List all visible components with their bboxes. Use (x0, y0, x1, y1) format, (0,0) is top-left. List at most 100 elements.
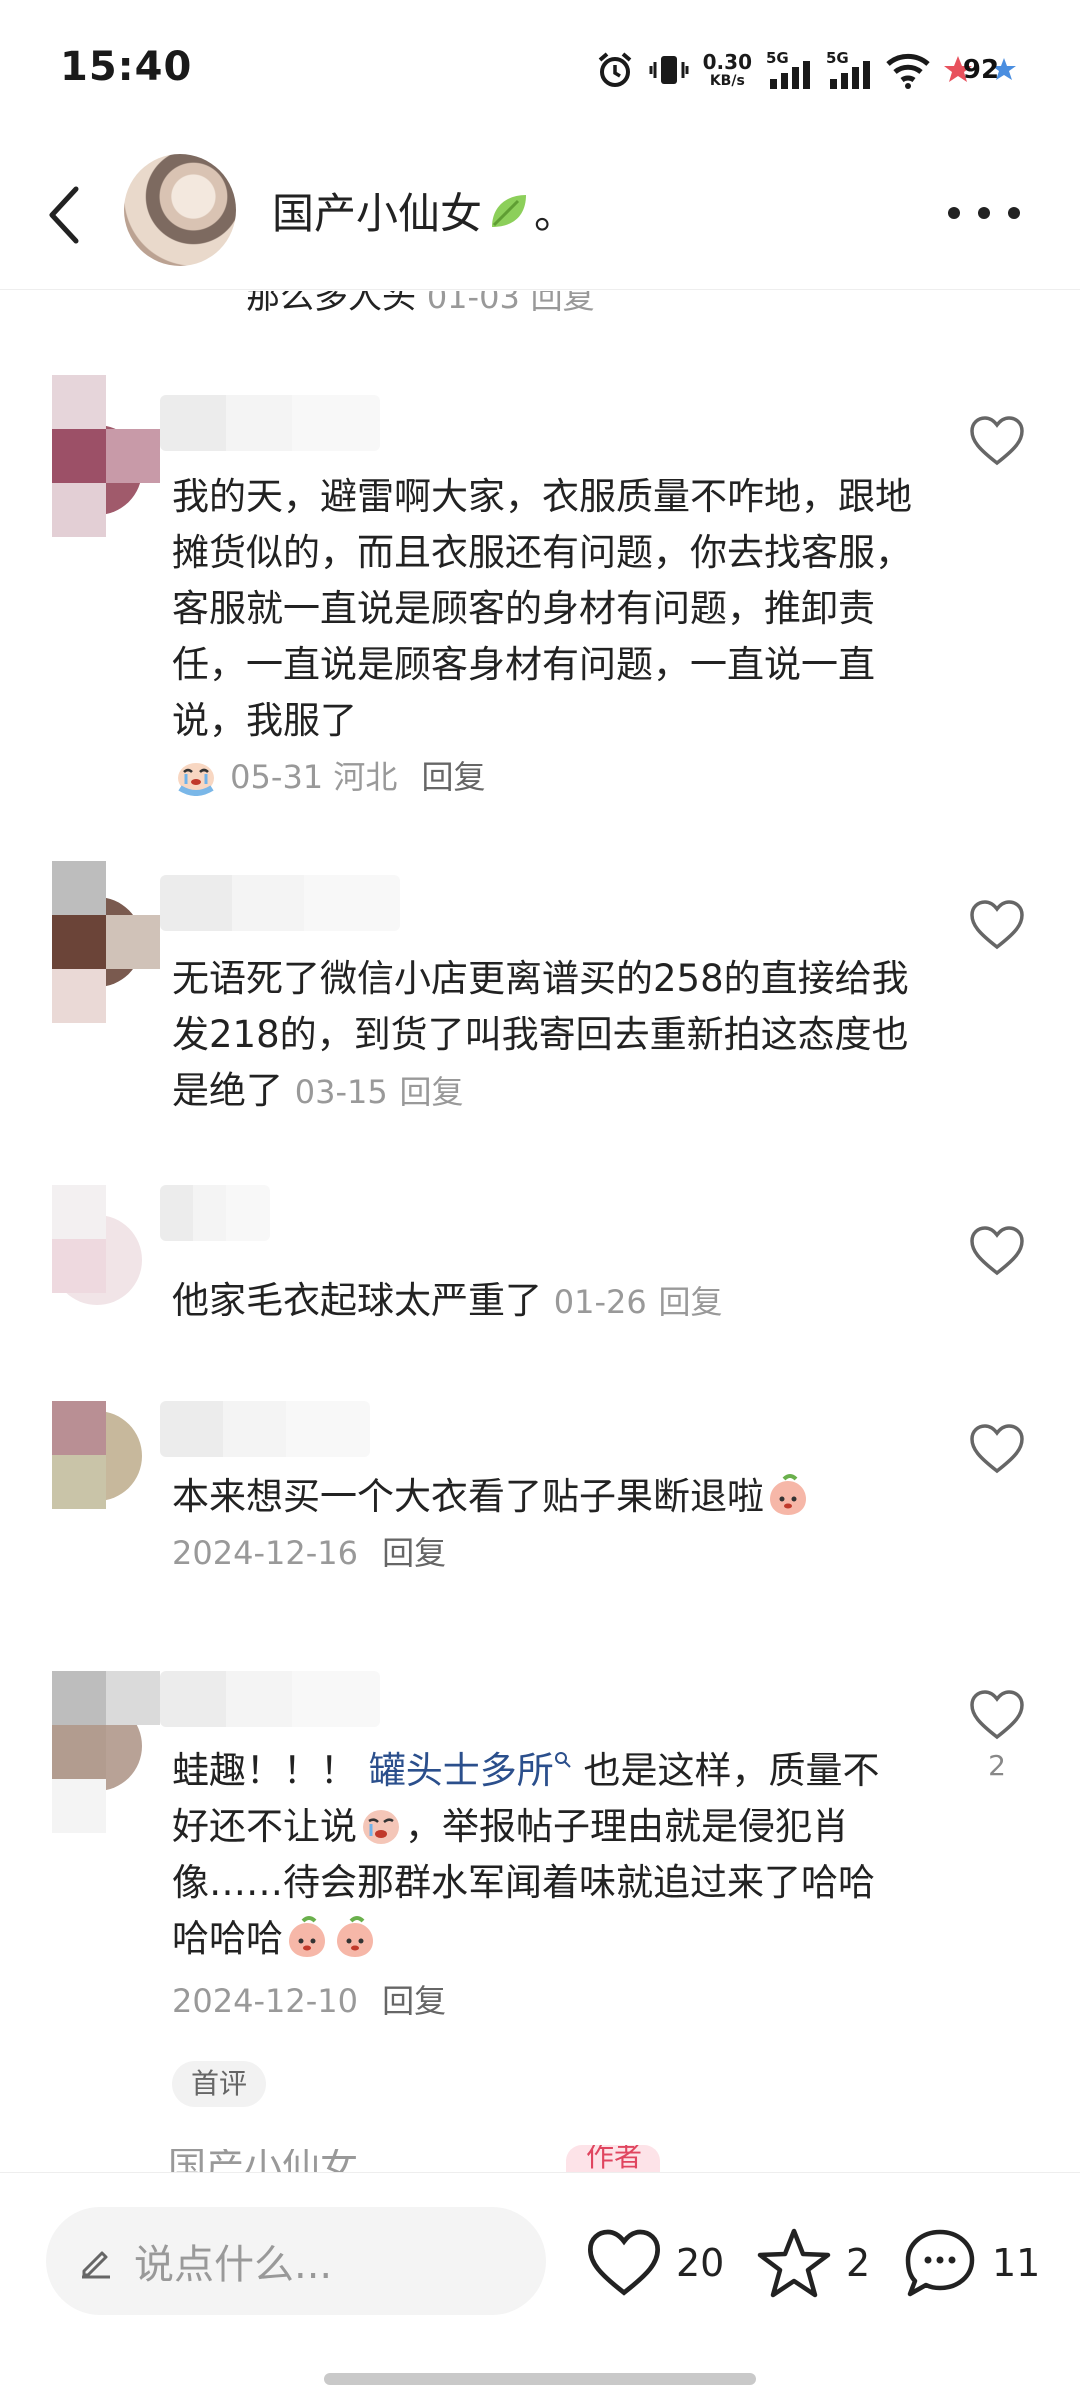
previous-reply-button[interactable]: 回复 (531, 291, 595, 316)
heart-outline-icon (970, 1424, 1024, 1474)
comment-location: 河北 (333, 758, 398, 796)
status-time: 15:40 (60, 44, 193, 90)
blurred-mask (52, 1455, 106, 1509)
blurred-username (160, 1401, 370, 1457)
blurred-mask (52, 915, 106, 969)
signal-5g-icon: 5G (766, 49, 810, 89)
battery-indicator: 92 (944, 50, 1018, 90)
author-avatar[interactable] (124, 154, 236, 266)
like-count: 2 (988, 1749, 1006, 1782)
comment-like-button[interactable] (962, 415, 1032, 471)
blurred-username (160, 1671, 380, 1727)
comment-like-button[interactable] (962, 1225, 1032, 1281)
comment-body: 无语死了微信小店更离谱买的258的直接给我发218的，到货了叫我寄回去重新拍这态… (172, 951, 912, 1120)
comment-text: 本来想买一个大衣看了贴子果断退啦 (172, 1475, 764, 1518)
comment-item: 他家毛衣起球太严重了 01-26 回复 (0, 1185, 1080, 1355)
peach-emoji-icon (289, 1916, 325, 1957)
pencil-icon (82, 2251, 110, 2279)
heart-outline-icon (970, 1226, 1024, 1276)
comment-meta: 2024-12-16 回复 (172, 1525, 912, 1581)
previous-reply-tail: 那么多人头 01-03 回复 (246, 291, 946, 321)
author-badge: 作者 (566, 2145, 660, 2172)
star-icon (757, 2228, 831, 2298)
author-name-text: 国产小仙女 (272, 189, 483, 238)
blurred-mask (52, 861, 106, 915)
search-icon (554, 1752, 571, 1768)
chevron-left-icon (49, 186, 79, 244)
mention-link[interactable]: 罐头士多所 (369, 1749, 572, 1792)
chat-bubble-icon (905, 2229, 975, 2297)
blurred-mask (52, 1725, 106, 1779)
like-button[interactable]: 20 (586, 2225, 724, 2301)
comment-meta: 2024-12-10 回复 (172, 1973, 902, 2029)
blurred-username (160, 1185, 270, 1241)
heart-icon (587, 2229, 661, 2296)
back-button[interactable] (34, 177, 94, 253)
crying-face-emoji-icon (363, 1810, 399, 1844)
comment-date: 01-26 (553, 1283, 647, 1321)
svg-text:5G: 5G (766, 49, 789, 67)
reply-button[interactable]: 回复 (400, 1073, 464, 1111)
comment-item: 我的天，避雷啊大家，衣服质量不咋地，跟地摊货似的，而且衣服还有问题，你去找客服，… (0, 375, 1080, 796)
more-dot (1008, 207, 1020, 219)
comment-like-button[interactable] (962, 1423, 1032, 1479)
peach-emoji-icon (770, 1474, 806, 1515)
comment-item: 无语死了微信小店更离谱买的258的直接给我发218的，到货了叫我寄回去重新拍这态… (0, 861, 1080, 1161)
comment-text: 蛙趣！！！ (172, 1749, 357, 1792)
collect-count: 2 (846, 2241, 871, 2285)
comment-body: 蛙趣！！！ 罐头士多所 也是这样，质量不好还不让说 ，举报帖子理由就是侵犯肖像……… (172, 1743, 902, 2029)
author-name-suffix: 。 (534, 189, 577, 238)
reply-button[interactable]: 回复 (422, 758, 486, 796)
more-dot (978, 207, 990, 219)
comment-body: 我的天，避雷啊大家，衣服质量不咋地，跟地摊货似的，而且衣服还有问题，你去找客服，… (172, 469, 912, 805)
reply-button[interactable]: 回复 (382, 1534, 446, 1572)
signal-5g-2-icon: 5G (826, 49, 870, 89)
comment-like-button[interactable]: 2 (962, 1689, 1032, 1782)
comment-text: 无语死了微信小店更离谱买的258的直接给我发218的，到货了叫我寄回去重新拍这态… (172, 957, 909, 1112)
blurred-mask (52, 1239, 106, 1293)
comment-text: 我的天，避雷啊大家，衣服质量不咋地，跟地摊货似的，而且衣服还有问题，你去找客服，… (172, 475, 912, 742)
blurred-username (160, 395, 380, 451)
network-speed: 0.30 KB/s (703, 52, 752, 88)
collect-button[interactable]: 2 (756, 2225, 870, 2301)
comment-list[interactable]: 那么多人头 01-03 回复 我的天，避雷啊大家，衣服质量不咋地，跟地摊货似的，… (0, 291, 1080, 2172)
blurred-mask (52, 1779, 106, 1833)
comment-like-button[interactable] (962, 899, 1032, 955)
comment-button[interactable]: 11 (902, 2225, 1040, 2301)
reply-button[interactable]: 回复 (382, 1982, 446, 2020)
previous-reply-date: 01-03 (426, 291, 520, 316)
comment-meta: 05-31 河北 回复 (172, 749, 912, 805)
battery-level: 92 (962, 55, 1000, 85)
alarm-icon (598, 52, 631, 87)
blurred-mask (52, 969, 106, 1023)
comment-body: 本来想买一个大衣看了贴子果断退啦 2024-12-16 回复 (172, 1469, 912, 1581)
blurred-mask (52, 1185, 106, 1239)
reply-button[interactable]: 回复 (659, 1283, 723, 1321)
network-speed-value: 0.30 (702, 50, 752, 74)
comment-input[interactable]: 说点什么... (46, 2207, 546, 2315)
bottom-bar: 说点什么... 20 2 11 (0, 2172, 1080, 2400)
blurred-mask (52, 1401, 106, 1455)
home-indicator[interactable] (324, 2373, 756, 2385)
comment-item: 本来想买一个大衣看了贴子果断退啦 2024-12-16 回复 (0, 1401, 1080, 1621)
comment-input-placeholder: 说点什么... (134, 2242, 333, 2288)
blurred-mask (106, 915, 160, 969)
first-comment-tag: 首评 (172, 2061, 266, 2107)
previous-reply-text: 那么多人头 (246, 291, 416, 317)
like-count: 20 (676, 2241, 725, 2285)
comment-item: 2 蛙趣！！！ 罐头士多所 也是这样，质量不好还不让说 ，举报帖子理由就是侵犯肖像… (0, 1671, 1080, 2171)
blurred-mask (52, 483, 106, 537)
heart-outline-icon (970, 900, 1024, 950)
comment-date: 2024-12-16 (172, 1534, 358, 1572)
more-dot (948, 207, 960, 219)
network-speed-unit: KB/s (709, 73, 745, 89)
heart-outline-icon (970, 1690, 1024, 1740)
comment-date: 2024-12-10 (172, 1982, 358, 2020)
mention-text: 罐头士多所 (368, 1749, 554, 1792)
heart-outline-icon (970, 416, 1024, 466)
status-bar: 15:40 0.30 KB/s 5G 5G 92 (0, 0, 1080, 140)
comment-body: 他家毛衣起球太严重了 01-26 回复 (172, 1273, 912, 1330)
leaf-icon (492, 194, 527, 227)
more-button[interactable] (948, 198, 1020, 228)
author-name[interactable]: 国产小仙女 。 (272, 180, 576, 241)
